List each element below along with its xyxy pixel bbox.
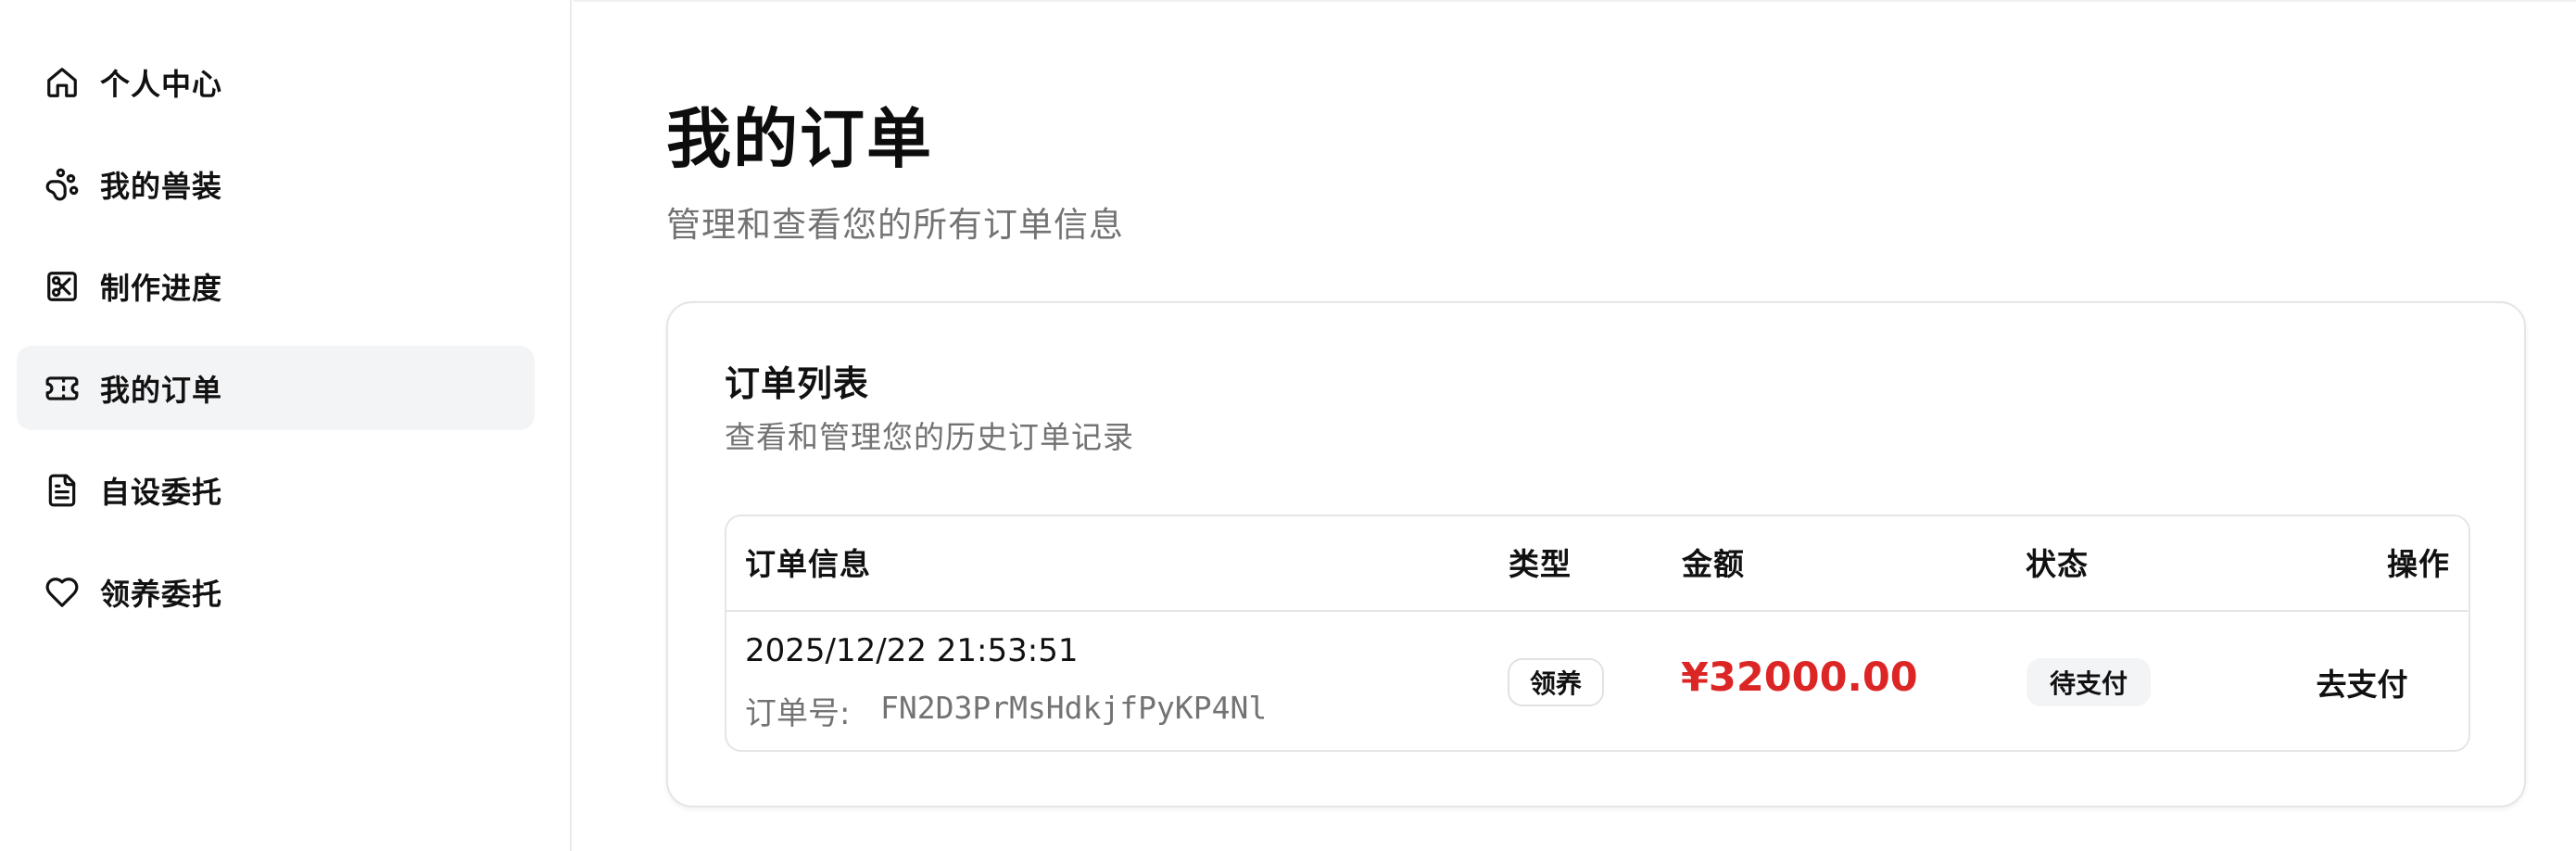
sidebar-item-label: 我的兽装 xyxy=(100,168,223,204)
order-list-card: 订单列表 查看和管理您的历史订单记录 订单信息 类型 金额 状态 操作 2025… xyxy=(666,301,2526,807)
document-icon xyxy=(44,473,80,508)
order-amount: ¥32000.00 xyxy=(1681,654,1918,701)
order-status-badge: 待支付 xyxy=(2027,658,2151,706)
sidebar-item-custom-commission[interactable]: 自设委托 xyxy=(17,448,535,532)
order-type-badge: 领养 xyxy=(1508,658,1604,706)
paw-icon xyxy=(44,167,80,202)
heart-icon xyxy=(44,575,80,610)
sidebar-item-label: 制作进度 xyxy=(100,270,223,306)
sidebar-item-label: 个人中心 xyxy=(100,66,223,102)
column-header-info: 订单信息 xyxy=(745,546,871,582)
sidebar: 个人中心 我的兽装 制作进度 我的订单 自设委托 领养委托 xyxy=(0,0,572,851)
column-header-status: 状态 xyxy=(2026,546,2089,582)
card-subtitle: 查看和管理您的历史订单记录 xyxy=(725,419,1134,455)
orders-table: 订单信息 类型 金额 状态 操作 2025/12/22 21:53:51 订单号… xyxy=(725,514,2470,752)
order-time: 2025/12/22 21:53:51 xyxy=(745,632,1079,669)
scissors-icon xyxy=(44,269,80,304)
sidebar-item-label: 领养委托 xyxy=(100,576,223,612)
pay-button[interactable]: 去支付 xyxy=(2292,647,2431,718)
sidebar-item-orders[interactable]: 我的订单 xyxy=(17,346,535,430)
sidebar-item-label: 自设委托 xyxy=(100,474,223,510)
sidebar-item-adoption-commission[interactable]: 领养委托 xyxy=(17,550,535,634)
column-header-amount: 金额 xyxy=(1682,546,1745,582)
sidebar-item-progress[interactable]: 制作进度 xyxy=(17,244,535,328)
ticket-icon xyxy=(44,371,80,406)
sidebar-item-label: 我的订单 xyxy=(100,372,223,408)
column-header-type: 类型 xyxy=(1509,546,1572,582)
sidebar-item-fursuits[interactable]: 我的兽装 xyxy=(17,142,535,226)
order-number: FN2D3PrMsHdkjfPyKP4Nl xyxy=(880,690,1268,726)
table-header: 订单信息 类型 金额 状态 操作 xyxy=(726,516,2469,612)
main-content: 我的订单 管理和查看您的所有订单信息 订单列表 查看和管理您的历史订单记录 订单… xyxy=(574,0,2576,851)
page-subtitle: 管理和查看您的所有订单信息 xyxy=(666,205,1124,245)
app-root: 个人中心 我的兽装 制作进度 我的订单 自设委托 领养委托 我的订单 管理和查看… xyxy=(0,0,2576,851)
column-header-action: 操作 xyxy=(2387,546,2450,582)
card-title: 订单列表 xyxy=(725,363,870,404)
table-row: 2025/12/22 21:53:51 订单号: FN2D3PrMsHdkjfP… xyxy=(726,612,2469,750)
order-number-label: 订单号: xyxy=(745,695,851,732)
sidebar-item-profile[interactable]: 个人中心 xyxy=(17,40,535,124)
home-icon xyxy=(44,65,80,100)
page-title: 我的订单 xyxy=(666,101,933,177)
